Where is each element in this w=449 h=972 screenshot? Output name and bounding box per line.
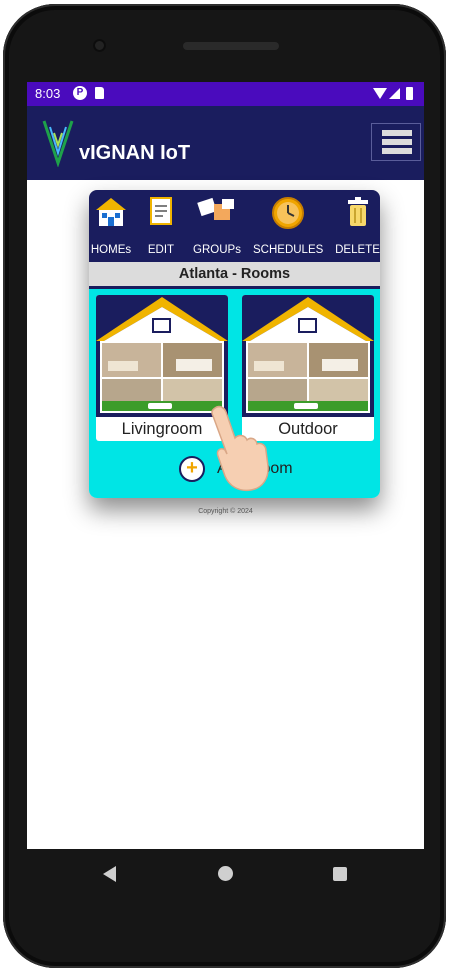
app-logo-icon xyxy=(42,120,74,167)
earpiece-speaker xyxy=(183,42,279,50)
add-icon: + xyxy=(179,456,205,482)
signal-icon xyxy=(389,88,400,99)
pointing-hand-icon xyxy=(211,405,269,492)
front-camera xyxy=(93,39,106,52)
rooms-toolbar: HOMEs EDIT GROUPs SCHEDULES DELETE xyxy=(89,190,380,262)
sd-card-icon xyxy=(95,87,104,99)
edit-icon xyxy=(150,197,172,225)
page-subtitle: Atlanta - Rooms xyxy=(89,262,380,289)
app-bar: vIGNAN IoT xyxy=(27,106,424,180)
room-house-image-icon xyxy=(96,295,228,417)
copyright-text: Copyright © 2024 xyxy=(198,508,253,515)
tool-label-homes: HOMEs xyxy=(90,244,132,256)
edit-button[interactable]: EDIT xyxy=(141,190,181,262)
notification-p-icon: P xyxy=(73,86,87,100)
recent-apps-icon[interactable] xyxy=(333,867,347,881)
homes-button[interactable]: HOMEs xyxy=(89,190,133,262)
screen: 8:03 P vIGNAN IoT HOMEs EDIT GROUPs SCHE… xyxy=(27,82,424,849)
back-icon[interactable] xyxy=(103,866,116,882)
tool-label-delete: DELETE xyxy=(335,244,380,256)
tool-label-schedules: SCHEDULES xyxy=(253,244,324,256)
tool-label-edit: EDIT xyxy=(147,244,175,256)
trash-icon xyxy=(347,197,368,226)
house-icon xyxy=(96,198,126,226)
groups-button[interactable]: GROUPs xyxy=(190,190,244,262)
status-time: 8:03 xyxy=(35,86,61,101)
wifi-icon xyxy=(373,88,387,99)
battery-icon xyxy=(406,87,413,100)
app-title: vIGNAN IoT xyxy=(79,142,191,164)
clock-icon xyxy=(272,197,304,229)
delete-button[interactable]: DELETE xyxy=(335,190,380,262)
hamburger-menu-button[interactable] xyxy=(371,123,421,161)
android-nav-bar xyxy=(0,849,449,899)
home-icon[interactable] xyxy=(218,866,233,881)
tool-label-groups: GROUPs xyxy=(193,244,241,256)
status-bar: 8:03 P xyxy=(27,82,424,106)
room-house-image-icon xyxy=(242,295,374,417)
schedules-button[interactable]: SCHEDULES xyxy=(253,190,323,262)
groups-icon xyxy=(197,197,234,220)
